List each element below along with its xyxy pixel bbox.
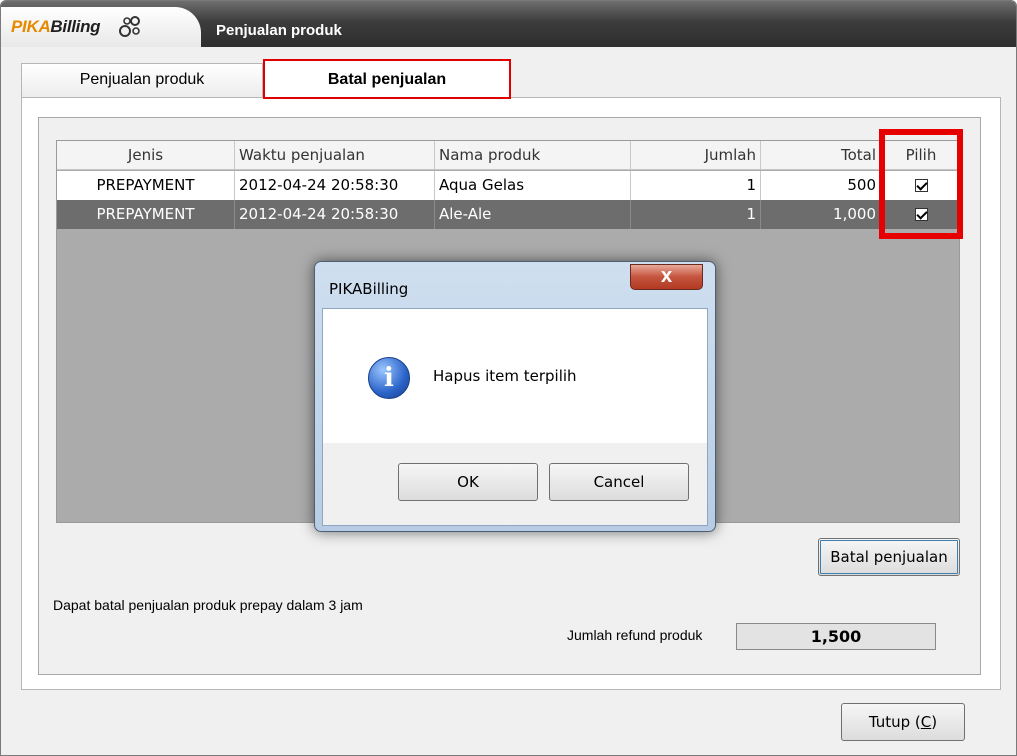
column-header-nama[interactable]: Nama produk — [435, 141, 631, 170]
column-header-jenis[interactable]: Jenis — [57, 141, 235, 170]
ok-button[interactable]: OK — [398, 463, 538, 501]
dialog-message: Hapus item terpilih — [433, 367, 577, 385]
tutup-suffix: ) — [931, 713, 938, 731]
logo-billing: Billing — [50, 17, 101, 36]
confirm-dialog: PIKABilling X i Hapus item terpilih OK C… — [314, 261, 716, 532]
refund-label: Jumlah refund produk — [567, 627, 703, 643]
logo-text: PIKABilling — [11, 17, 101, 37]
logo-pika: PIKA — [11, 17, 51, 36]
info-text: Dapat batal penjualan produk prepay dala… — [53, 597, 363, 613]
column-header-total[interactable]: Total — [761, 141, 881, 170]
table-row[interactable]: PREPAYMENT 2012-04-24 20:58:30 Aqua Gela… — [57, 171, 961, 200]
batal-penjualan-button[interactable]: Batal penjualan — [818, 538, 960, 576]
tab-penjualan-produk[interactable]: Penjualan produk — [21, 63, 263, 97]
cell-waktu: 2012-04-24 20:58:30 — [235, 200, 435, 229]
title-bar: PIKABilling Penjualan produk — [1, 1, 1016, 47]
dialog-body: i Hapus item terpilih OK Cancel — [322, 308, 708, 526]
main-window: PIKABilling Penjualan produk Penjualan p… — [0, 0, 1017, 756]
cell-total: 1,000 — [761, 200, 881, 229]
cell-nama: Aqua Gelas — [435, 171, 631, 200]
pilih-column-highlight — [879, 129, 963, 239]
cell-jumlah: 1 — [631, 171, 761, 200]
column-header-jumlah[interactable]: Jumlah — [631, 141, 761, 170]
dialog-message-area: i Hapus item terpilih — [323, 309, 707, 443]
column-header-waktu[interactable]: Waktu penjualan — [235, 141, 435, 170]
refund-value: 1,500 — [736, 623, 936, 650]
tab-batal-penjualan[interactable]: Batal penjualan — [263, 59, 511, 99]
close-icon[interactable]: X — [630, 264, 703, 290]
window-title: Penjualan produk — [216, 22, 342, 39]
cancel-button[interactable]: Cancel — [549, 463, 689, 501]
tutup-mnemonic: C — [920, 713, 932, 731]
cell-jumlah: 1 — [631, 200, 761, 229]
dialog-title: PIKABilling — [329, 280, 409, 298]
cell-total: 500 — [761, 171, 881, 200]
info-icon: i — [368, 357, 410, 399]
logo-circles-icon — [119, 16, 140, 37]
tutup-label: Tutup ( — [868, 713, 921, 731]
cell-jenis: PREPAYMENT — [57, 171, 235, 200]
grid-header: Jenis Waktu penjualan Nama produk Jumlah… — [57, 141, 961, 170]
table-row[interactable]: PREPAYMENT 2012-04-24 20:58:30 Ale-Ale 1… — [57, 200, 961, 229]
cell-nama: Ale-Ale — [435, 200, 631, 229]
cell-jenis: PREPAYMENT — [57, 200, 235, 229]
cell-waktu: 2012-04-24 20:58:30 — [235, 171, 435, 200]
app-logo: PIKABilling — [1, 7, 201, 47]
tutup-button[interactable]: Tutup (C) — [841, 703, 965, 741]
